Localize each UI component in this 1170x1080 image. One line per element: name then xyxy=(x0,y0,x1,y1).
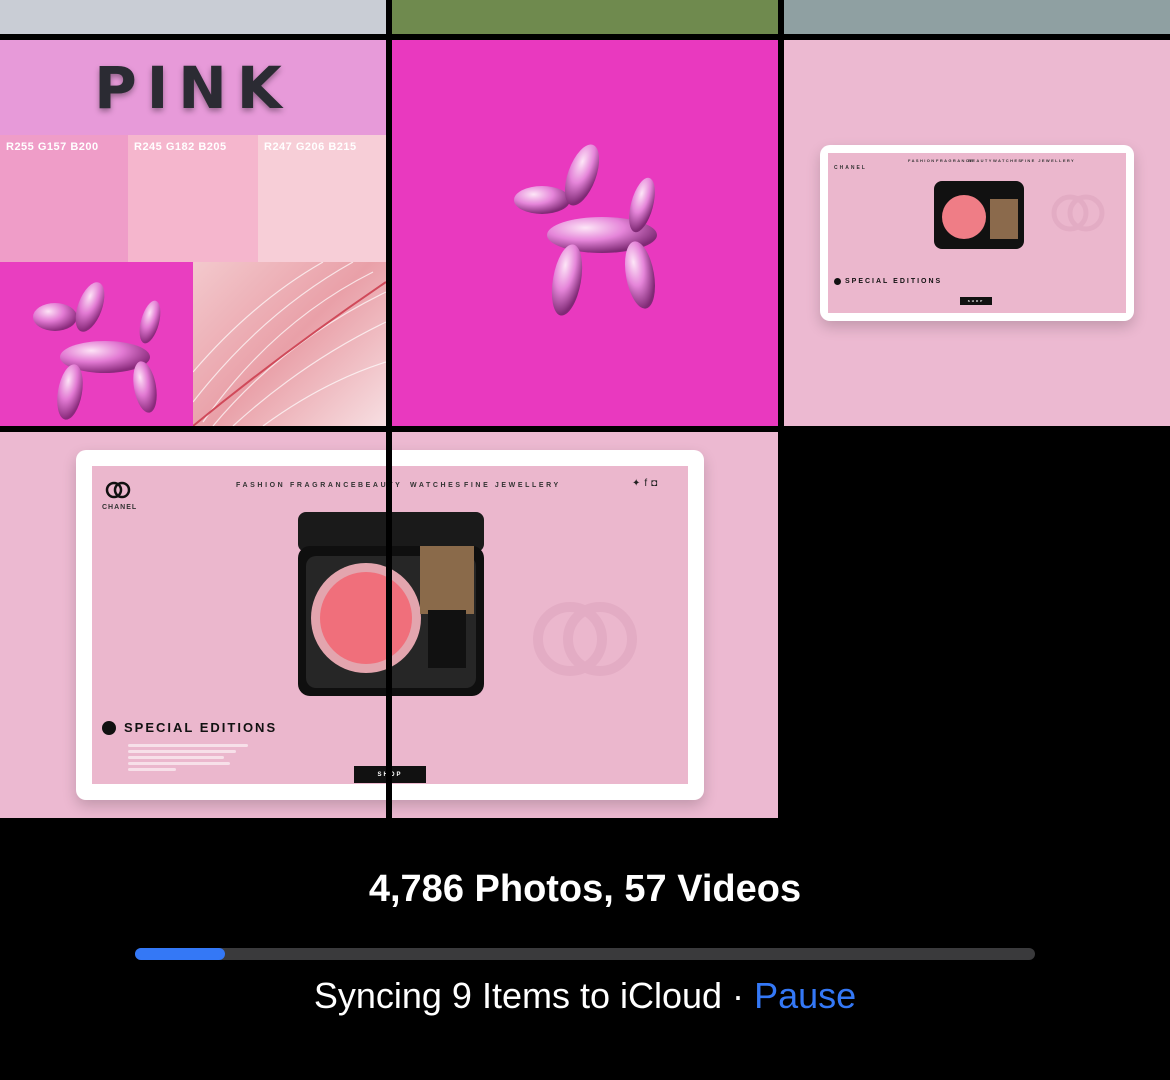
photo-thumbnail-pink-palette[interactable]: PINK R255 G157 B200 R245 G182 B205 R247 … xyxy=(0,40,386,426)
nav-fine-jewellery: FINE JEWELLERY xyxy=(1021,158,1076,163)
photo-thumbnail-top-3[interactable] xyxy=(784,0,1170,34)
feather-image xyxy=(192,261,386,426)
shop-button: SHOP xyxy=(960,297,992,305)
nav-watches: WATCHES xyxy=(993,158,1023,163)
pause-button[interactable]: Pause xyxy=(754,975,856,1016)
color-swatch-2: R245 G182 B205 xyxy=(128,135,258,262)
brand-logo-text: CHANEL xyxy=(834,165,867,171)
photo-thumbnail-top-1[interactable] xyxy=(0,0,386,34)
color-swatch-3: R247 G206 B215 xyxy=(258,135,386,262)
blush-compact-image xyxy=(934,181,1024,249)
nav-fashion-large: FASHION xyxy=(236,482,286,489)
pink-title-text: PINK xyxy=(0,40,386,135)
nav-fashion: FASHION xyxy=(908,158,936,163)
blush-compact-large-image xyxy=(298,512,484,696)
nav-fragrance-large: FRAGRANCE xyxy=(290,482,359,489)
nav-beauty-large: BEAUTY xyxy=(358,482,403,489)
nav-watches-large: WATCHES xyxy=(410,482,463,489)
chanel-cc-large-logo-icon xyxy=(533,602,637,676)
twitter-icon: ✦ xyxy=(632,478,645,489)
website-mockup-card: CHANEL FASHION FRAGRANCE BEAUTY WATCHES … xyxy=(820,145,1134,321)
photo-thumbnail-top-2[interactable] xyxy=(392,0,778,34)
chanel-dot-icon xyxy=(834,278,841,285)
description-text-block xyxy=(128,741,248,781)
sync-progress-fill xyxy=(135,948,225,960)
social-icons: ✦f◘ xyxy=(632,478,661,489)
chanel-logo-icon xyxy=(105,481,131,499)
brand-logo-text-large: CHANEL xyxy=(102,504,138,511)
sync-progress-bar xyxy=(135,948,1035,960)
sync-status: Syncing 9 Items to iCloud · Pause xyxy=(0,975,1170,1017)
nav-beauty: BEAUTY xyxy=(968,158,993,163)
balloon-dog-large-image xyxy=(514,144,657,316)
instagram-icon: ◘ xyxy=(651,478,662,489)
library-count: 4,786 Photos, 57 Videos xyxy=(368,868,802,910)
special-editions-heading: SPECIAL EDITIONS xyxy=(834,278,942,285)
chanel-cc-logo-icon xyxy=(1051,194,1105,232)
sync-status-text: Syncing 9 Items to iCloud · xyxy=(313,975,755,1016)
special-editions-label-large: SPECIAL EDITIONS xyxy=(124,720,278,735)
photo-thumbnail-balloon-dog[interactable] xyxy=(392,40,778,426)
special-editions-heading-large: SPECIAL EDITIONS xyxy=(102,720,277,735)
special-editions-label: SPECIAL EDITIONS xyxy=(845,278,943,285)
balloon-dog-image xyxy=(0,262,193,426)
chanel-dot-icon-large xyxy=(102,720,116,735)
nav-fine-jewellery-large: FINE JEWELLERY xyxy=(464,482,561,489)
photo-thumbnail-chanel-card[interactable]: CHANEL FASHION FRAGRANCE BEAUTY WATCHES … xyxy=(784,40,1170,426)
color-swatch-1: R255 G157 B200 xyxy=(0,135,128,262)
grid-divider xyxy=(386,432,392,818)
